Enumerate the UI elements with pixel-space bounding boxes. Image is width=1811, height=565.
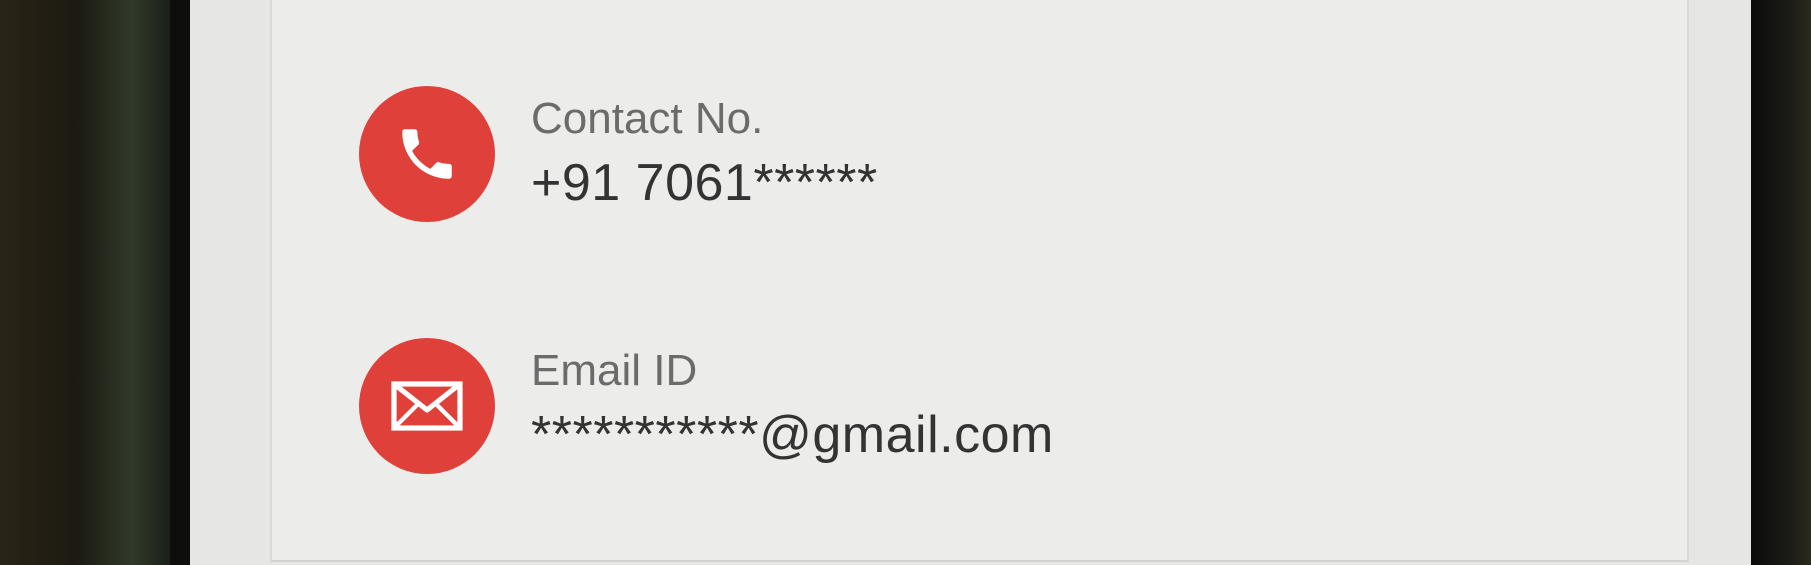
- mail-icon: [359, 338, 495, 474]
- contact-number-label: Contact No.: [531, 94, 764, 143]
- phone-icon: [359, 86, 495, 222]
- screen: Contact No. +91 7061****** Email ID ****…: [190, 0, 1751, 565]
- contact-info-card: Contact No. +91 7061****** Email ID ****…: [270, 0, 1689, 562]
- device-bezel-left: [0, 0, 190, 565]
- email-label: Email ID: [531, 346, 698, 395]
- email-row[interactable]: Email ID ***********@gmail.com: [359, 338, 1054, 474]
- device-bezel-right: [1751, 0, 1811, 565]
- email-value: ***********@gmail.com: [531, 406, 1054, 464]
- device-edge: [170, 0, 190, 565]
- contact-number-value: +91 7061******: [531, 154, 878, 212]
- contact-number-row[interactable]: Contact No. +91 7061******: [359, 86, 878, 222]
